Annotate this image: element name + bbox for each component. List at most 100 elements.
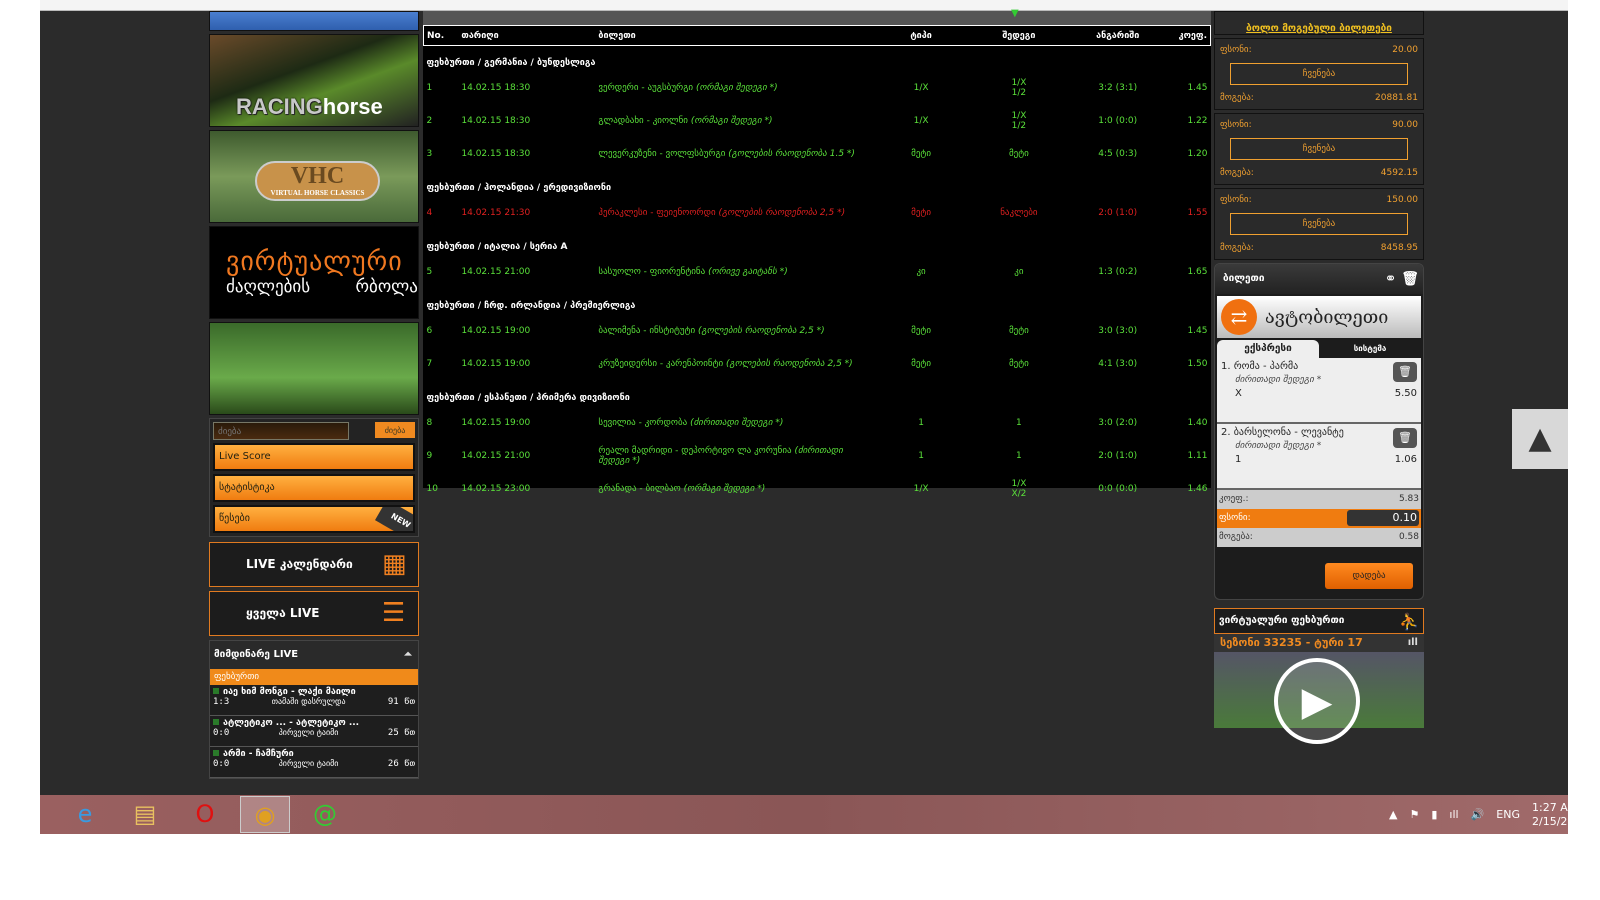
virtual-dogs-banner[interactable]: ვირტუალური ძაღლების რბოლა [209,226,419,319]
row-date: 14.02.15 21:00 [461,451,531,461]
network-icon[interactable]: ıll [1449,808,1458,821]
row-number: 5 [426,267,433,277]
total-odds: კოეფ.: 5.83 [1217,490,1421,509]
row-ticket: გლადბახი - კიოლნი (ორმაგი შედეგი *) [595,105,874,138]
ie-icon[interactable]: e [60,796,110,833]
bet-pick: 1 [1235,454,1242,465]
column-header: ტიპი [874,25,968,46]
table-row[interactable]: 1 14.02.15 18:30 ვერდერი - აუგსბურგი (ორმა… [424,72,1211,105]
mail-agent-icon[interactable]: @ [300,796,350,833]
collapse-icon[interactable]: ⏶ [404,641,412,669]
horse-race-banner[interactable] [209,322,419,415]
table-row[interactable]: 6 14.02.15 19:00 ბალიმენა - ინსტიტუტი (გოლ… [424,315,1211,348]
live-match[interactable]: ატლეტიკო ... - ატლეტიკო ... 0:0 პირველი ტა… [210,716,418,747]
bet-slip: ბილეთი ⚭ 🗑 ⇄ ავტობილეთი ექსპრესი სისტემა 1.… [1214,263,1424,600]
file-explorer-icon[interactable]: ▤ [120,796,170,833]
left-sidebar: RACINGhorse VHC VIRTUAL HORSE CLASSICS ვი… [209,11,419,779]
tennis-banner[interactable] [209,11,419,31]
live-match[interactable]: იაე ხიმ მონგი - ლაქი მაილი 1:3 თამაში დასრ… [210,685,418,716]
slip-bet: 1. რომა - პარმა ძირითადი შედეგი * X 5.50 🗑 [1217,358,1421,424]
win-value: 4592.15 [1380,168,1418,178]
show-ticket-button[interactable]: ჩვენება [1230,138,1408,160]
row-date: 14.02.15 21:30 [461,208,531,218]
row-odds: 1.65 [1187,267,1208,277]
row-score: 2:0 (1:0) [1098,208,1138,218]
delete-bet-icon[interactable]: 🗑 [1393,362,1417,382]
auto-ticket-button[interactable]: ⇄ ავტობილეთი [1217,296,1421,338]
table-row[interactable]: 3 14.02.15 18:30 ლევერკუზენი - ვოლფსბურგი … [424,138,1211,171]
all-live-button[interactable]: ყველა LIVE ☰ [209,591,419,636]
calendar-icon: ▦ [382,549,407,579]
row-number: 9 [426,451,433,461]
league-row: ფეხბურთი / გერმანია / ბუნდესლიგა [424,46,1211,72]
virtual-football-header[interactable]: ვირტუალური ფეხბურთი ⛹ [1214,608,1424,634]
flag-icon[interactable]: ⚑ [1409,808,1419,821]
stats-icon[interactable]: ıll [1408,634,1418,652]
row-number: 8 [426,418,433,428]
volume-icon[interactable]: 🔊 [1471,808,1485,821]
last-winning-tickets-link[interactable]: ბოლო მოგებული ბილეთები [1214,11,1424,35]
slip-title: ბილეთი [1223,273,1265,284]
table-row[interactable]: 4 14.02.15 21:30 ჰერაკლესი - ფეიენოორდი (გ… [424,197,1211,230]
league-name: ფეხბურთი / იტალია / სერია A [426,241,568,252]
winning-ticket: ფსონი: 150.00 ჩვენება მოგება: 8458.95 [1214,188,1424,260]
play-icon[interactable]: ▶ [1274,658,1360,744]
row-odds: 1.22 [1187,116,1208,126]
row-date: 14.02.15 21:00 [461,267,531,277]
table-row[interactable]: 5 14.02.15 21:00 სასუოლო - ფიორენტინა (ორი… [424,256,1211,289]
place-bet-button[interactable]: დადება [1325,563,1413,589]
sport-header[interactable]: ფეხბურთი [210,669,418,685]
rules-button[interactable]: წესები NEW [213,505,415,533]
clock[interactable]: 1:27 AM2/15/2015 [1532,801,1568,829]
search-input[interactable] [213,422,349,440]
league-name: ფეხბურთი / ჰოლანდია / ერედივიზიონი [426,182,612,193]
table-row[interactable]: 10 14.02.15 23:00 გრანადა - ბილბაო (ორმაგი… [424,473,1211,506]
chrome-icon[interactable]: ◉ [240,796,290,833]
market-name: (ორმაგი შედეგი *) [690,116,773,126]
live-calendar-button[interactable]: LIVE კალენდარი ▦ [209,542,419,587]
stake-input[interactable]: 0.10 [1347,510,1419,526]
row-type: 1/X [913,484,929,494]
new-badge: NEW [375,507,413,531]
bet-pick: X [1235,388,1242,399]
table-row[interactable]: 2 14.02.15 18:30 გლადბახი - კიოლნი (ორმაგი… [424,105,1211,138]
table-row[interactable]: 8 14.02.15 19:00 სევილია - კორდობა (ძირითა… [424,407,1211,440]
row-result: 1 [1016,418,1022,428]
delete-bet-icon[interactable]: 🗑 [1393,428,1417,448]
language-indicator[interactable]: ENG [1496,808,1520,821]
opera-icon[interactable]: O [180,796,230,833]
tab-express[interactable]: ექსპრესი [1217,340,1319,358]
row-type: მეტი [911,149,931,159]
show-hidden-icons[interactable]: ▲ [1389,808,1397,821]
show-ticket-button[interactable]: ჩვენება [1230,63,1408,85]
match-name: გრანადა - ბილბაო [598,484,681,494]
show-ticket-button[interactable]: ჩვენება [1230,213,1408,235]
row-odds: 1.46 [1187,484,1208,494]
match-name: ლევერკუზენი - ვოლფსბურგი [598,149,726,159]
vhc-banner[interactable]: VHC VIRTUAL HORSE CLASSICS [209,130,419,223]
match-name: ბალიმენა - ინსტიტუტი [598,326,696,336]
table-row[interactable]: 9 14.02.15 21:00 რეალი მადრიდი - დეპორტივო… [424,440,1211,473]
link-icon[interactable]: ⚭ [1385,271,1397,287]
live-score-button[interactable]: Live Score [213,443,415,471]
battery-icon[interactable]: ▮ [1431,808,1437,821]
video-player[interactable]: ▶ [1214,652,1424,744]
live-match[interactable]: არმი - ჩამჩური 0:0 პირველი ტაიმი 26 წთ [210,747,418,778]
statistics-button[interactable]: სტატისტიკა [213,474,415,502]
tab-system[interactable]: სისტემა [1319,340,1421,358]
win-label: მოგება: [1220,243,1254,253]
trash-icon[interactable]: 🗑 [1401,271,1419,287]
row-result: 1 [1016,451,1022,461]
scroll-top-button[interactable]: ▲ [1512,409,1568,469]
table-row[interactable]: 7 14.02.15 19:00 კრუზეიდერსი - კარენპოინტი… [424,348,1211,381]
row-odds: 1.40 [1187,418,1208,428]
league-row: ფეხბურთი / იტალია / სერია A [424,230,1211,256]
row-ticket: სასუოლო - ფიორენტინა (ორივე გაიტანს *) [595,256,874,289]
search-button[interactable]: ძიება [375,422,415,438]
stake-value: 90.00 [1392,120,1418,130]
row-result: მეტი [1008,149,1029,159]
row-date: 14.02.15 19:00 [461,326,531,336]
live-teams: არმი - ჩამჩური [213,749,415,759]
live-score: 0:0 [213,728,230,738]
racing-horse-banner[interactable]: RACINGhorse [209,34,419,127]
